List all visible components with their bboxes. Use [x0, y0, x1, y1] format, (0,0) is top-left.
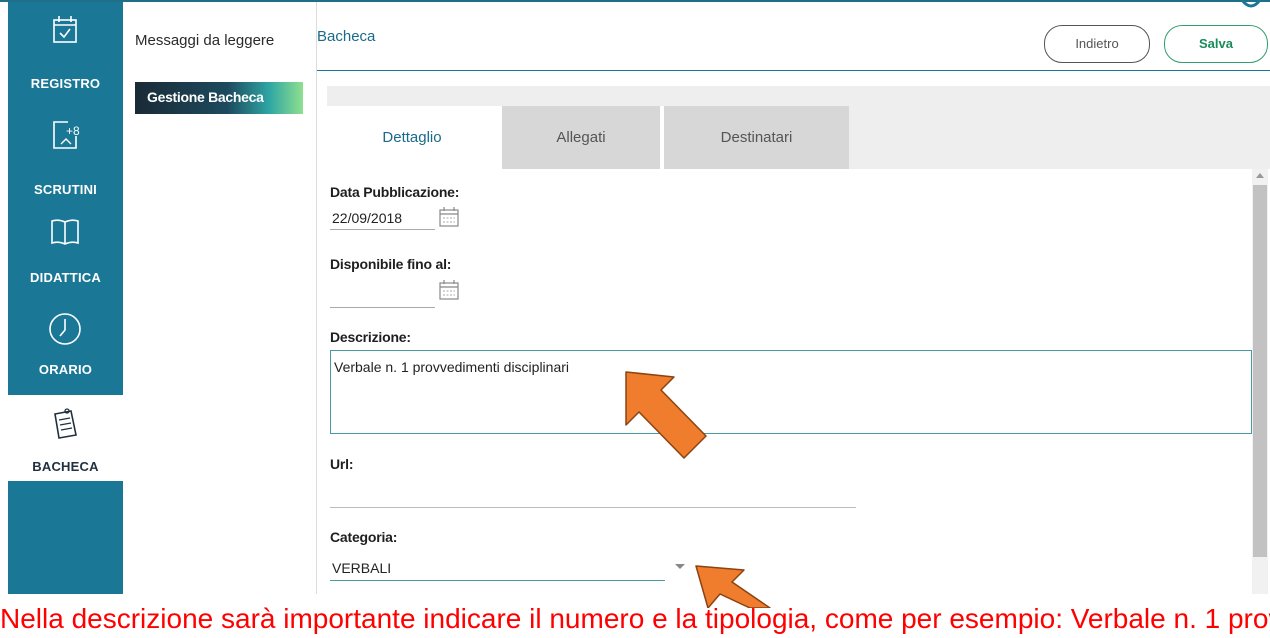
pub-date-calendar-icon[interactable] — [438, 206, 460, 228]
url-label: Url: — [330, 456, 354, 472]
category-select[interactable]: VERBALI — [330, 556, 665, 581]
scrollbar-thumb[interactable] — [1253, 185, 1267, 557]
clock-icon — [49, 313, 81, 345]
nav-label-bacheca: BACHECA — [32, 459, 99, 474]
pub-date-input[interactable]: 22/09/2018 — [330, 207, 435, 230]
nav-item-registro[interactable]: REGISTRO — [8, 2, 123, 94]
back-button[interactable]: Indietro — [1044, 25, 1150, 63]
svg-text:+8: +8 — [66, 124, 80, 138]
submenu-item-gestione-bacheca[interactable]: Gestione Bacheca — [135, 82, 303, 114]
nav-label-registro: REGISTRO — [30, 76, 101, 91]
nav-label-didattica: DIDATTICA — [30, 270, 101, 285]
nav-item-orario[interactable]: ORARIO — [8, 300, 123, 392]
caption-text: Nella descrizione sarà importante indica… — [0, 603, 1270, 634]
description-label: Descrizione: — [330, 329, 411, 345]
tab-dettaglio[interactable]: Dettaglio — [327, 106, 497, 169]
until-date-calendar-icon[interactable] — [438, 279, 460, 301]
tabs-top-strip — [327, 86, 1270, 106]
scrutini-icon: +8 — [53, 121, 80, 149]
nav-label-orario: ORARIO — [38, 362, 93, 377]
pub-date-label: Data Pubblicazione: — [330, 184, 460, 200]
until-date-input[interactable] — [330, 285, 435, 308]
page-header: Bacheca Indietro Salva — [317, 2, 1270, 71]
main-sidebar: REGISTRO +8 SCRUTINI DIDATTICA ORARIO BA… — [8, 2, 123, 594]
nav-item-scrutini[interactable]: +8 SCRUTINI — [8, 106, 123, 198]
description-textarea[interactable]: Verbale n. 1 provvedimenti disciplinari — [330, 350, 1252, 434]
board-icon — [54, 408, 77, 439]
url-input[interactable] — [330, 507, 856, 508]
category-label: Categoria: — [330, 529, 398, 545]
tab-allegati[interactable]: Allegati — [502, 106, 660, 169]
page-title: Bacheca — [317, 28, 376, 45]
save-button[interactable]: Salva — [1164, 25, 1268, 63]
calendar-check-icon — [53, 16, 77, 43]
scroll-up-arrow-icon[interactable] — [1256, 173, 1264, 178]
submenu: Messaggi da leggere Gestione Bacheca — [123, 2, 317, 594]
nav-label-scrutini: SCRUTINI — [34, 182, 97, 197]
submenu-item-messaggi[interactable]: Messaggi da leggere — [135, 32, 274, 49]
nav-item-bacheca[interactable]: BACHECA — [8, 395, 123, 481]
submenu-item-gestione-label: Gestione Bacheca — [147, 89, 264, 105]
book-icon — [51, 219, 79, 245]
tabs-fill — [849, 106, 1270, 169]
tab-destinatari[interactable]: Destinatari — [664, 106, 849, 169]
until-date-label: Disponibile fino al: — [330, 256, 452, 272]
chevron-down-icon[interactable] — [675, 564, 685, 569]
nav-item-didattica[interactable]: DIDATTICA — [8, 202, 123, 294]
annotation-arrow-description — [625, 371, 707, 459]
